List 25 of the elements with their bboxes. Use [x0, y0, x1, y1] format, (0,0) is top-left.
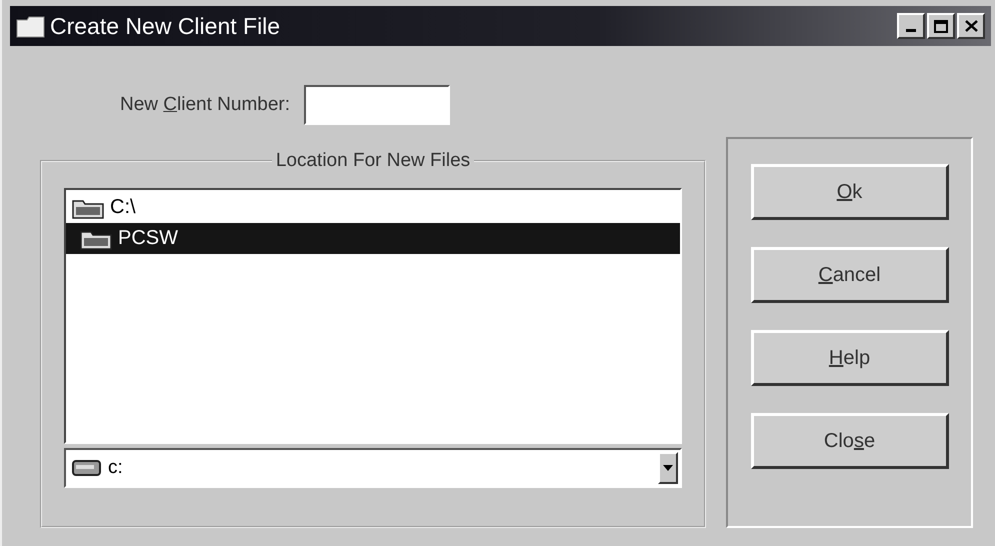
folder-name: PCSW — [118, 227, 178, 250]
dialog-button[interactable]: Help — [750, 330, 948, 386]
dropdown-button[interactable] — [658, 452, 678, 484]
minimize-icon — [906, 29, 916, 32]
client-number-field[interactable] — [304, 85, 450, 125]
folder-name: C:\ — [110, 196, 136, 219]
folder-item[interactable]: PCSW — [66, 223, 680, 254]
dialog-button[interactable]: Close — [750, 413, 948, 469]
maximize-button[interactable] — [927, 13, 955, 39]
minimize-button[interactable] — [897, 13, 925, 39]
client-number-label: New Client Number: — [120, 94, 290, 116]
close-icon — [964, 20, 978, 32]
drive-dropdown[interactable]: c: — [64, 448, 682, 488]
dialog-button[interactable]: Ok — [750, 164, 948, 220]
caret-icon — [663, 465, 673, 471]
maximize-icon — [934, 20, 948, 32]
window-title: Create New Client File — [50, 12, 280, 40]
drive-icon — [72, 459, 102, 477]
group-legend: Location For New Files — [272, 150, 474, 172]
drive-value: c: — [108, 457, 124, 479]
folder-item[interactable]: C:\ — [66, 192, 680, 223]
dialog-button[interactable]: Cancel — [750, 247, 948, 303]
folder-list[interactable]: C:\ PCSW — [64, 188, 682, 444]
close-button[interactable] — [957, 13, 985, 39]
folder-icon — [16, 14, 46, 38]
